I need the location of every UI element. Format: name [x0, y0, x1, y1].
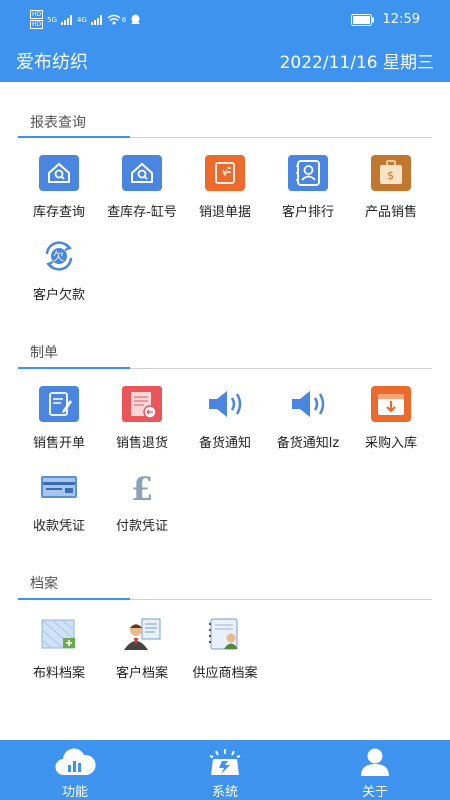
nav-label: 关于	[361, 785, 388, 800]
tile-label: 销售开单	[32, 436, 85, 451]
user-icon	[330, 746, 420, 778]
hd-badge: HD	[30, 10, 44, 19]
section-title-orders: 制单	[30, 345, 58, 361]
svg-text:£: £	[131, 470, 153, 505]
tile-purchase-inbound[interactable]: 采购入库	[351, 384, 431, 454]
house-search-icon	[122, 153, 162, 193]
signal-icon	[61, 14, 73, 25]
tile-label: 采购入库	[364, 436, 417, 451]
network-label: 5G	[47, 15, 58, 24]
fabric-file-icon	[39, 614, 79, 654]
return-document-icon	[122, 384, 162, 424]
status-bar: HD HD 5G 4G 6 12:59	[0, 0, 450, 40]
battery-icon	[350, 13, 374, 26]
tile-customer-ranking[interactable]: 客户排行	[268, 153, 348, 223]
status-left: HD HD 5G 4G 6	[30, 10, 141, 29]
edit-document-icon	[39, 384, 79, 424]
nav-about[interactable]: 关于	[330, 746, 420, 800]
divider-accent	[18, 598, 130, 600]
divider-accent	[18, 367, 130, 369]
tile-stock-notice-lz[interactable]: 备货通知lz	[268, 384, 348, 454]
inbox-download-icon	[371, 384, 411, 424]
header-date: 2022/11/16 星期三	[279, 53, 434, 73]
debt-refresh-icon: 欠	[39, 236, 79, 276]
receipt-yen-icon: ¥	[205, 153, 245, 193]
nav-system[interactable]: 系统	[180, 746, 270, 800]
tile-label: 备货通知	[198, 436, 251, 451]
app-title: 爱布纺织	[16, 52, 88, 73]
tile-customer-archive[interactable]: 客户档案	[102, 614, 182, 684]
wifi-number: 6	[121, 15, 127, 24]
nav-features[interactable]: 功能	[30, 746, 120, 800]
system-monitor-icon	[180, 746, 270, 778]
tile-sales-return[interactable]: 销售退货	[102, 384, 182, 454]
app-bar: 爱布纺织 2022/11/16 星期三	[0, 40, 450, 82]
tile-label: 布料档案	[32, 666, 85, 681]
tile-label: 库存查询	[32, 205, 85, 220]
tile-label: 付款凭证	[115, 519, 168, 534]
wifi-icon	[107, 14, 121, 25]
bank-card-icon	[39, 467, 79, 507]
tile-label: 销退单据	[198, 205, 251, 220]
tile-sales-return-docs[interactable]: ¥ 销退单据	[185, 153, 265, 223]
hd-badges: HD HD	[30, 10, 44, 29]
tile-sales-order[interactable]: 销售开单	[19, 384, 99, 454]
svg-text:欠: 欠	[53, 249, 64, 263]
tile-label: 供应商档案	[192, 666, 258, 681]
tile-receipt-voucher[interactable]: 收款凭证	[19, 467, 99, 537]
nav-label: 功能	[61, 785, 88, 800]
speaker-icon	[205, 384, 245, 424]
supplier-file-icon	[205, 614, 245, 654]
tile-payment-voucher[interactable]: £ 付款凭证	[102, 467, 182, 537]
divider-accent	[18, 136, 130, 138]
svg-text:¥: ¥	[222, 169, 228, 179]
qq-icon	[131, 14, 141, 24]
money-bag-icon: $	[371, 153, 411, 193]
tile-customer-debt[interactable]: 欠 客户欠款	[19, 236, 99, 306]
tile-inventory-vat[interactable]: 查库存-缸号	[102, 153, 182, 223]
customer-file-icon	[122, 614, 162, 654]
tile-fabric-archive[interactable]: 布料档案	[19, 614, 99, 684]
tile-label: 客户排行	[281, 205, 334, 220]
nav-label: 系统	[211, 785, 238, 800]
tile-product-sales[interactable]: $ 产品销售	[351, 153, 431, 223]
tile-label: 产品销售	[364, 205, 417, 220]
pound-icon: £	[122, 467, 162, 507]
house-search-icon	[39, 153, 79, 193]
bottom-nav: 功能 系统 关于	[0, 740, 450, 800]
tile-label: 备货通知lz	[276, 436, 340, 451]
tile-label: 销售退货	[115, 436, 168, 451]
tile-label: 客户欠款	[32, 288, 85, 303]
tile-stock-notice[interactable]: 备货通知	[185, 384, 265, 454]
hd-badge: HD	[30, 20, 44, 29]
status-right: 12:59	[350, 12, 420, 27]
cloud-chart-icon	[30, 746, 120, 778]
contact-book-icon	[288, 153, 328, 193]
tile-supplier-archive[interactable]: 供应商档案	[185, 614, 265, 684]
tile-label: 客户档案	[115, 666, 168, 681]
tile-label: 收款凭证	[32, 519, 85, 534]
tile-label: 查库存-缸号	[107, 205, 177, 220]
section-title-reports: 报表查询	[30, 115, 86, 131]
speaker-icon	[288, 384, 328, 424]
network-label: 4G	[77, 15, 87, 24]
section-title-archives: 档案	[30, 576, 58, 592]
signal-icon	[90, 14, 102, 25]
tile-inventory-query[interactable]: 库存查询	[19, 153, 99, 223]
status-time: 12:59	[382, 12, 420, 27]
svg-text:$: $	[387, 169, 394, 182]
